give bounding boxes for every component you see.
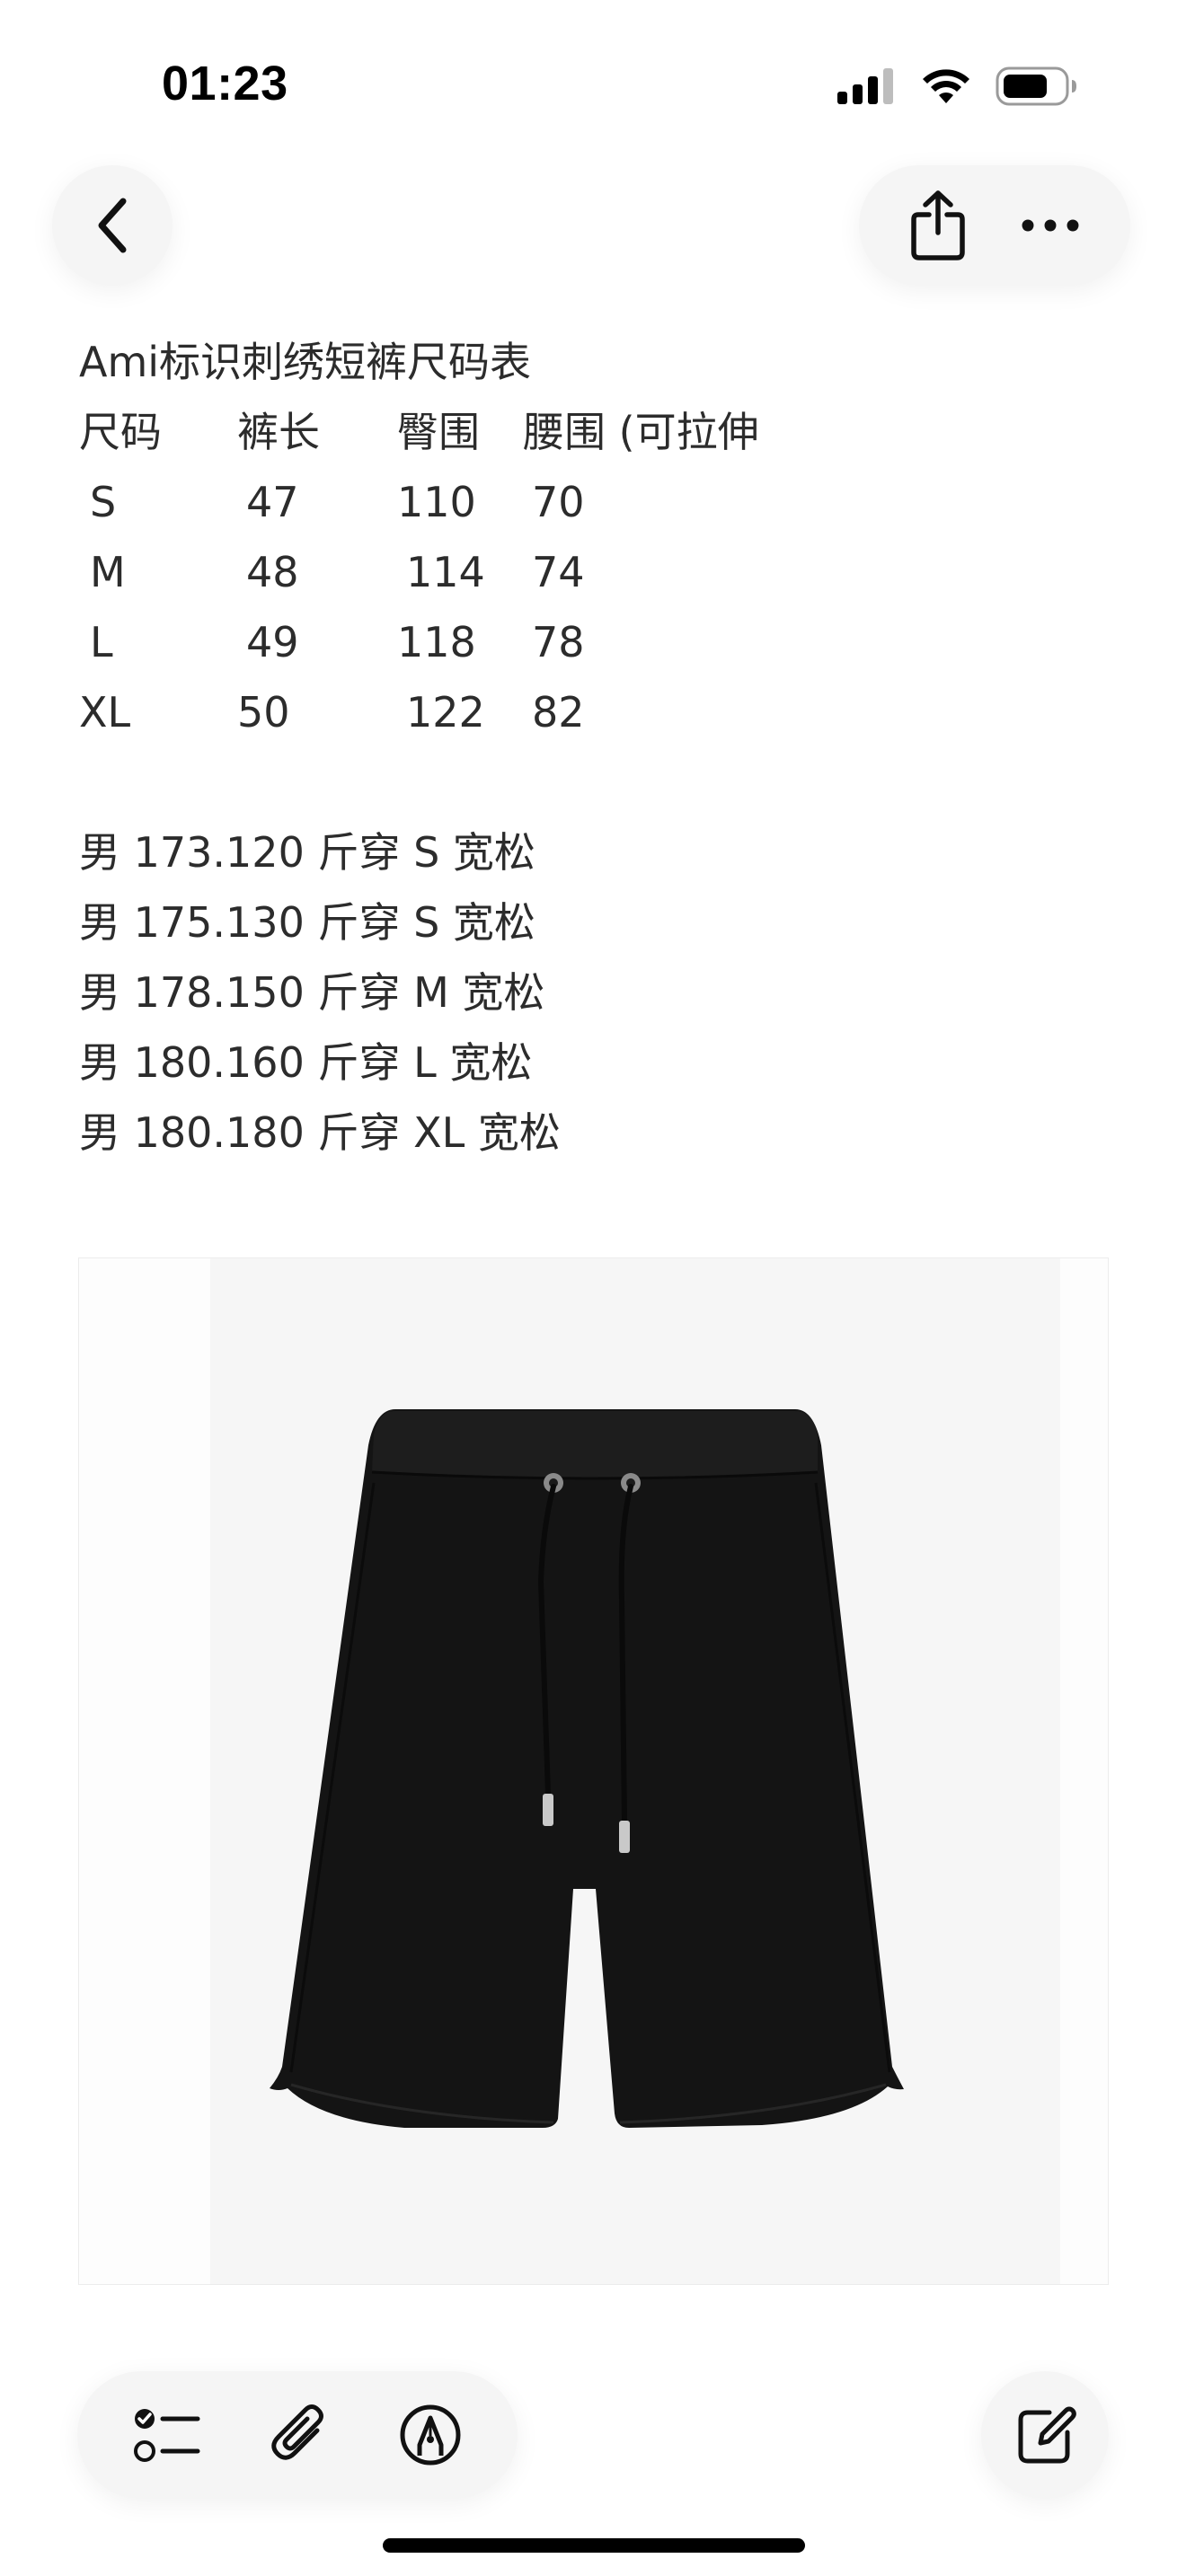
back-button[interactable] [52,165,173,286]
table-row: M 48 114 74 [79,537,792,607]
checklist-icon[interactable] [133,2406,201,2464]
length-cell: 49 [246,618,299,666]
header-length: 裤长 [237,408,320,456]
note-actions-group [859,165,1130,286]
size-cell: M [90,548,126,596]
pen-tip-icon[interactable] [399,2404,462,2466]
chevron-left-icon [94,198,130,253]
size-table-header: 尺码 裤长 臀围 腰围 (可拉伸 [79,397,792,467]
note-title: Ami标识刺绣短裤尺码表 [79,338,532,386]
compose-icon [1013,2404,1076,2466]
table-row: L 49 118 78 [79,607,792,677]
size-recommendation: 男 175.130 斤穿 S 宽松 [79,898,535,947]
note-body[interactable]: Ami标识刺绣短裤尺码表 尺码 裤长 臀围 腰围 (可拉伸 S 47 110 7… [79,327,1121,1168]
waist-cell: 78 [532,618,585,666]
home-indicator[interactable] [383,2538,805,2553]
status-time: 01:23 [162,57,288,110]
cellular-signal-icon [837,68,897,104]
battery-icon [996,66,1078,106]
size-cell: XL [79,688,131,737]
status-icons [837,63,1078,110]
hip-cell: 118 [397,618,476,666]
product-image[interactable] [78,1257,1109,2285]
hip-cell: 122 [406,688,485,737]
waist-cell: 74 [532,548,585,596]
waist-cell: 82 [532,688,585,737]
table-row: XL 50 122 82 [79,677,792,747]
ellipsis-icon[interactable] [1021,218,1080,233]
size-table: 尺码 裤长 臀围 腰围 (可拉伸 S 47 110 70 M 48 114 74… [79,397,792,747]
shorts-illustration [270,1409,904,2128]
length-cell: 47 [246,478,299,526]
size-cell: S [90,478,117,526]
paperclip-icon[interactable] [270,2404,330,2466]
size-recommendation: 男 178.150 斤穿 M 宽松 [79,968,545,1017]
header-hip: 臀围 [397,408,480,456]
waist-cell: 70 [532,478,585,526]
size-recommendation: 男 180.180 斤穿 XL 宽松 [79,1108,561,1157]
length-cell: 48 [246,548,299,596]
size-recommendation: 男 180.160 斤穿 L 宽松 [79,1038,533,1087]
length-cell: 50 [237,688,290,737]
bottom-toolbar [77,2371,518,2499]
size-cell: L [90,618,113,666]
header-waist: 腰围 (可拉伸 [523,408,759,456]
compose-button[interactable] [981,2371,1109,2499]
size-recommendation: 男 173.120 斤穿 S 宽松 [79,828,535,877]
share-icon[interactable] [909,190,967,261]
table-row: S 47 110 70 [79,467,792,537]
hip-cell: 114 [406,548,485,596]
hip-cell: 110 [397,478,476,526]
wifi-icon [920,67,972,105]
header-size: 尺码 [79,408,162,456]
